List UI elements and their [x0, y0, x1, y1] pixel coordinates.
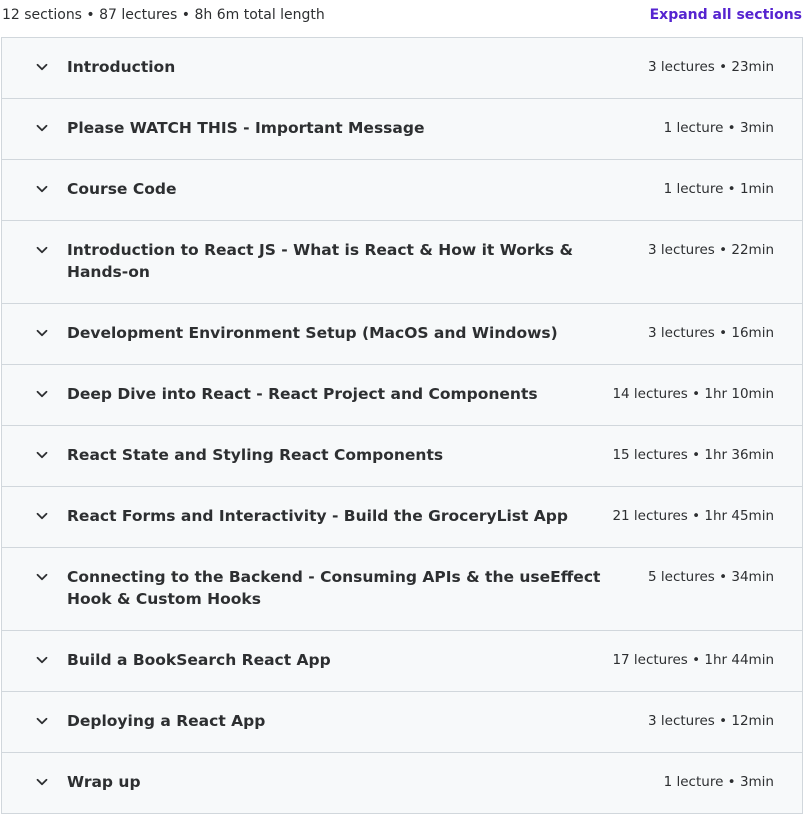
section-title: Course Code: [67, 180, 177, 198]
section-meta: 3 lectures • 22min: [648, 242, 774, 258]
section-title: Deploying a React App: [67, 712, 266, 730]
section-meta: 3 lectures • 23min: [648, 59, 774, 75]
section-item[interactable]: Introduction 3 lectures • 23min: [2, 38, 802, 99]
section-title: Deep Dive into React - React Project and…: [67, 385, 538, 403]
chevron-down-icon: [35, 448, 49, 462]
section-meta: 3 lectures • 12min: [648, 713, 774, 729]
chevron-down-icon: [35, 121, 49, 135]
section-item[interactable]: Build a BookSearch React App 17 lectures…: [2, 631, 802, 692]
section-title: Build a BookSearch React App: [67, 651, 331, 669]
chevron-down-icon: [35, 714, 49, 728]
section-title: Introduction: [67, 58, 176, 76]
section-meta: 14 lectures • 1hr 10min: [612, 386, 774, 402]
section-item[interactable]: React State and Styling React Components…: [2, 426, 802, 487]
section-item[interactable]: React Forms and Interactivity - Build th…: [2, 487, 802, 548]
section-item[interactable]: Development Environment Setup (MacOS and…: [2, 304, 802, 365]
chevron-down-icon: [35, 387, 49, 401]
expand-all-sections-button[interactable]: Expand all sections: [650, 7, 802, 23]
section-item[interactable]: Please WATCH THIS - Important Message 1 …: [2, 99, 802, 160]
chevron-down-icon: [35, 60, 49, 74]
curriculum-header: 12 sections • 87 lectures • 8h 6m total …: [0, 0, 804, 30]
section-item[interactable]: Deploying a React App 3 lectures • 12min: [2, 692, 802, 753]
section-meta: 5 lectures • 34min: [648, 569, 774, 585]
section-title: React State and Styling React Components: [67, 446, 444, 464]
section-meta: 1 lecture • 3min: [663, 774, 774, 790]
section-title: Please WATCH THIS - Important Message: [67, 119, 425, 137]
chevron-down-icon: [35, 775, 49, 789]
section-meta: 15 lectures • 1hr 36min: [612, 447, 774, 463]
section-meta: 1 lecture • 3min: [663, 120, 774, 136]
chevron-down-icon: [35, 653, 49, 667]
chevron-down-icon: [35, 570, 49, 584]
chevron-down-icon: [35, 243, 49, 257]
chevron-down-icon: [35, 509, 49, 523]
section-title: Wrap up: [67, 773, 141, 791]
chevron-down-icon: [35, 182, 49, 196]
chevron-down-icon: [35, 326, 49, 340]
section-title: Introduction to React JS - What is React…: [67, 241, 574, 281]
section-meta: 17 lectures • 1hr 44min: [612, 652, 774, 668]
course-summary: 12 sections • 87 lectures • 8h 6m total …: [2, 7, 325, 23]
section-title: Development Environment Setup (MacOS and…: [67, 324, 558, 342]
section-meta: 3 lectures • 16min: [648, 325, 774, 341]
sections-list: Introduction 3 lectures • 23min Please W…: [1, 37, 803, 814]
section-item[interactable]: Course Code 1 lecture • 1min: [2, 160, 802, 221]
section-item[interactable]: Wrap up 1 lecture • 3min: [2, 753, 802, 813]
section-title: Connecting to the Backend - Consuming AP…: [67, 568, 601, 608]
section-meta: 21 lectures • 1hr 45min: [612, 508, 774, 524]
section-meta: 1 lecture • 1min: [663, 181, 774, 197]
section-title: React Forms and Interactivity - Build th…: [67, 507, 568, 525]
section-item[interactable]: Introduction to React JS - What is React…: [2, 221, 802, 304]
section-item[interactable]: Connecting to the Backend - Consuming AP…: [2, 548, 802, 631]
section-item[interactable]: Deep Dive into React - React Project and…: [2, 365, 802, 426]
